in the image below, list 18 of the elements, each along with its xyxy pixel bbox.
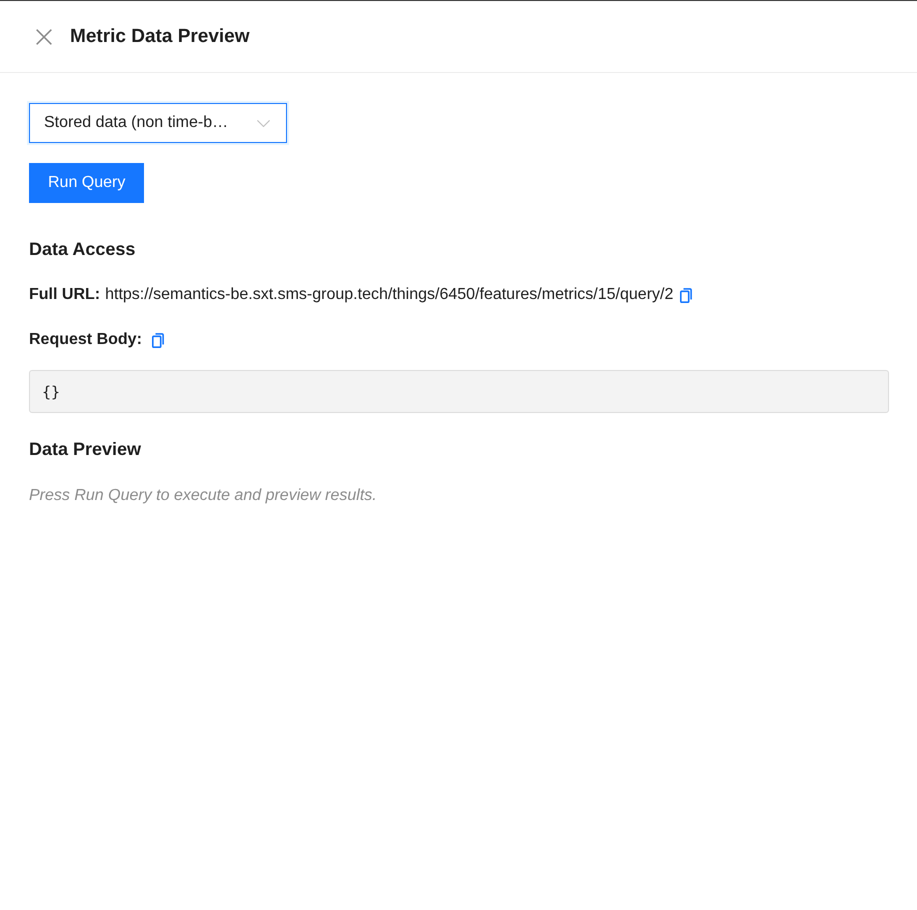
copy-icon (680, 288, 692, 302)
copy-icon (152, 332, 164, 348)
query-type-select[interactable]: Stored data (non time-b… (29, 103, 287, 143)
section-heading: Data Access (29, 238, 136, 261)
dialog-title: Metric Data Preview (70, 26, 250, 48)
close-icon (36, 28, 52, 44)
empty-message: Press Run Query to execute and preview results. (29, 486, 377, 506)
copy-button[interactable] (680, 288, 692, 302)
chevron-down-icon (257, 120, 270, 126)
select-value: Stored data (non time-b… (44, 114, 228, 132)
field-label: Full URL: (29, 285, 100, 305)
close-button[interactable] (34, 26, 54, 46)
url-text: https://semantics-be.sxt.sms-group.tech/things/6450/features/metrics/15/query/2 (105, 285, 674, 305)
run-query-button[interactable]: Run Query (29, 163, 144, 203)
request-body-code: {} (29, 370, 889, 413)
field-label: Request Body: (29, 330, 142, 350)
copy-button[interactable] (152, 332, 164, 348)
section-heading: Data Preview (29, 438, 142, 461)
